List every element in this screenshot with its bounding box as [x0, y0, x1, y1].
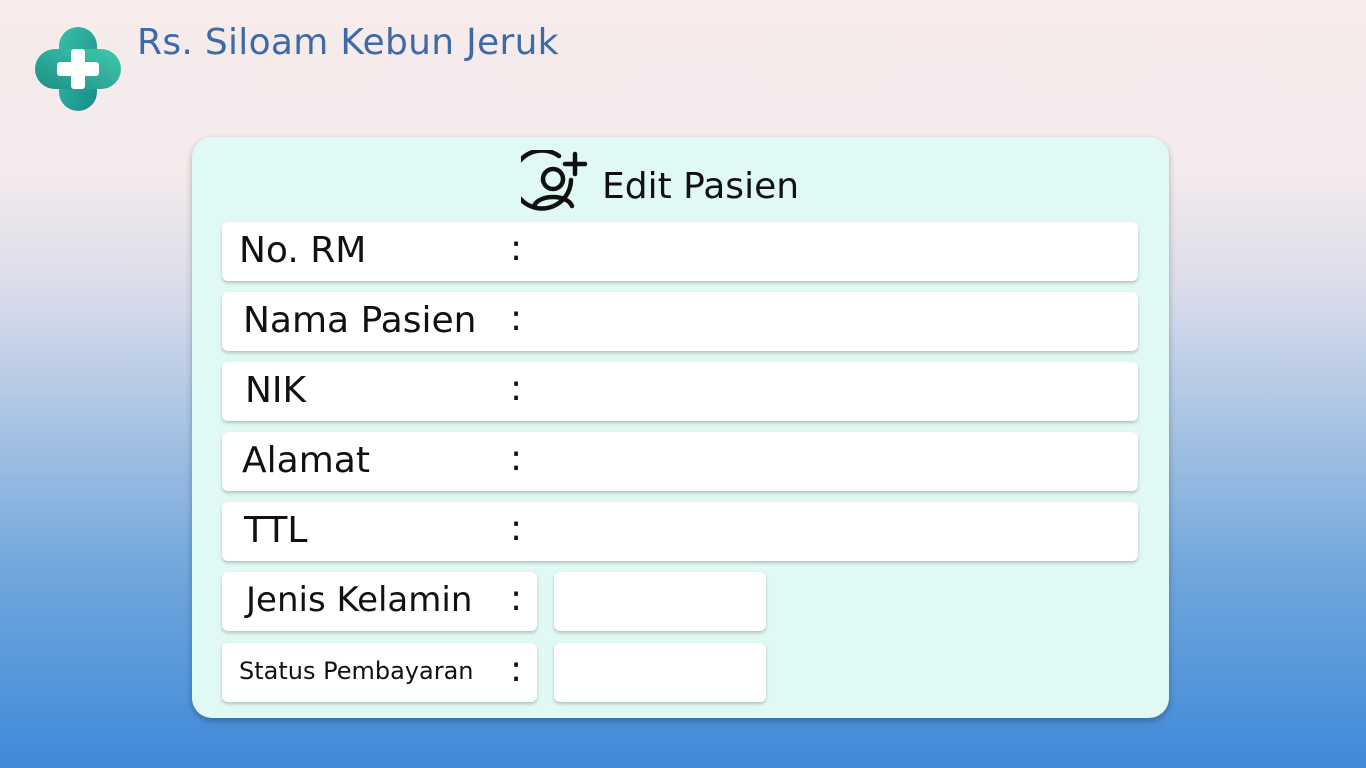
jenis-kelamin-input[interactable]	[564, 578, 756, 626]
ttl-input[interactable]	[532, 508, 1122, 556]
field-row-nik: NIK :	[222, 362, 1138, 421]
colon: :	[510, 508, 523, 549]
colon: :	[510, 578, 523, 619]
field-row-jenis-kelamin: Jenis Kelamin :	[222, 572, 537, 631]
card-header: Edit Pasien	[510, 148, 800, 222]
nama-pasien-label: Nama Pasien	[243, 300, 477, 341]
colon: :	[510, 298, 523, 339]
user-plus-icon	[510, 148, 589, 222]
alamat-input[interactable]	[532, 438, 1122, 486]
status-pembayaran-field[interactable]	[554, 643, 766, 702]
app-title: Rs. Siloam Kebun Jeruk	[137, 22, 559, 63]
hospital-cross-logo-icon	[33, 25, 123, 113]
colon: :	[510, 649, 523, 690]
status-pembayaran-input[interactable]	[564, 649, 756, 697]
nama-pasien-input[interactable]	[532, 298, 1122, 346]
no-rm-label: No. RM	[239, 230, 367, 271]
jenis-kelamin-field[interactable]	[554, 572, 766, 631]
colon: :	[510, 228, 523, 269]
field-row-ttl: TTL :	[222, 502, 1138, 561]
nik-input[interactable]	[532, 368, 1122, 416]
no-rm-input[interactable]	[532, 228, 1122, 276]
field-row-status-pembayaran: Status Pembayaran :	[222, 643, 537, 702]
jenis-kelamin-label: Jenis Kelamin	[246, 580, 473, 620]
field-row-no-rm: No. RM :	[222, 222, 1138, 281]
colon: :	[510, 438, 523, 479]
nik-label: NIK	[245, 370, 307, 411]
edit-patient-card: Edit Pasien No. RM : Nama Pasien : NIK :…	[192, 137, 1169, 718]
status-pembayaran-label: Status Pembayaran	[239, 657, 474, 685]
field-row-alamat: Alamat :	[222, 432, 1138, 491]
form-title: Edit Pasien	[602, 165, 800, 207]
alamat-label: Alamat	[242, 440, 370, 481]
colon: :	[510, 368, 523, 409]
field-row-nama-pasien: Nama Pasien :	[222, 292, 1138, 351]
ttl-label: TTL	[244, 510, 308, 551]
